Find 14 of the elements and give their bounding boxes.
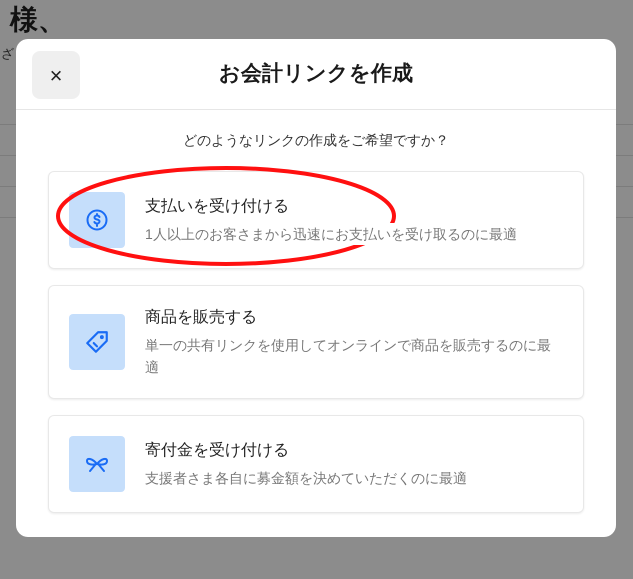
dialog-question: どのようなリンクの作成をご希望ですか？: [182, 131, 450, 150]
option-title: 寄付金を受け付ける: [145, 440, 290, 461]
option-description: 1人以上のお客さまから迅速にお支払いを受け取るのに最適: [145, 223, 517, 245]
dollar-coin-icon: [85, 208, 109, 232]
close-button[interactable]: ×: [32, 51, 80, 99]
page-subtext: ざ: [1, 45, 15, 63]
option-title: 支払いを受け付ける: [145, 196, 290, 217]
option-card[interactable]: 寄付金を受け付ける 支援者さま各自に募金額を決めていただくのに最適: [48, 415, 584, 513]
option-card[interactable]: 商品を販売する 単一の共有リンクを使用してオンラインで商品を販売するのに最適: [48, 285, 584, 399]
option-title: 商品を販売する: [145, 308, 258, 328]
option-card[interactable]: 支払いを受け付ける 1人以上のお客さまから迅速にお支払いを受け取るのに最適: [48, 171, 584, 269]
page-heading: 様、: [10, 3, 67, 37]
price-tag-icon: [84, 329, 110, 355]
dialog-title: お会計リンクを作成: [219, 61, 413, 88]
